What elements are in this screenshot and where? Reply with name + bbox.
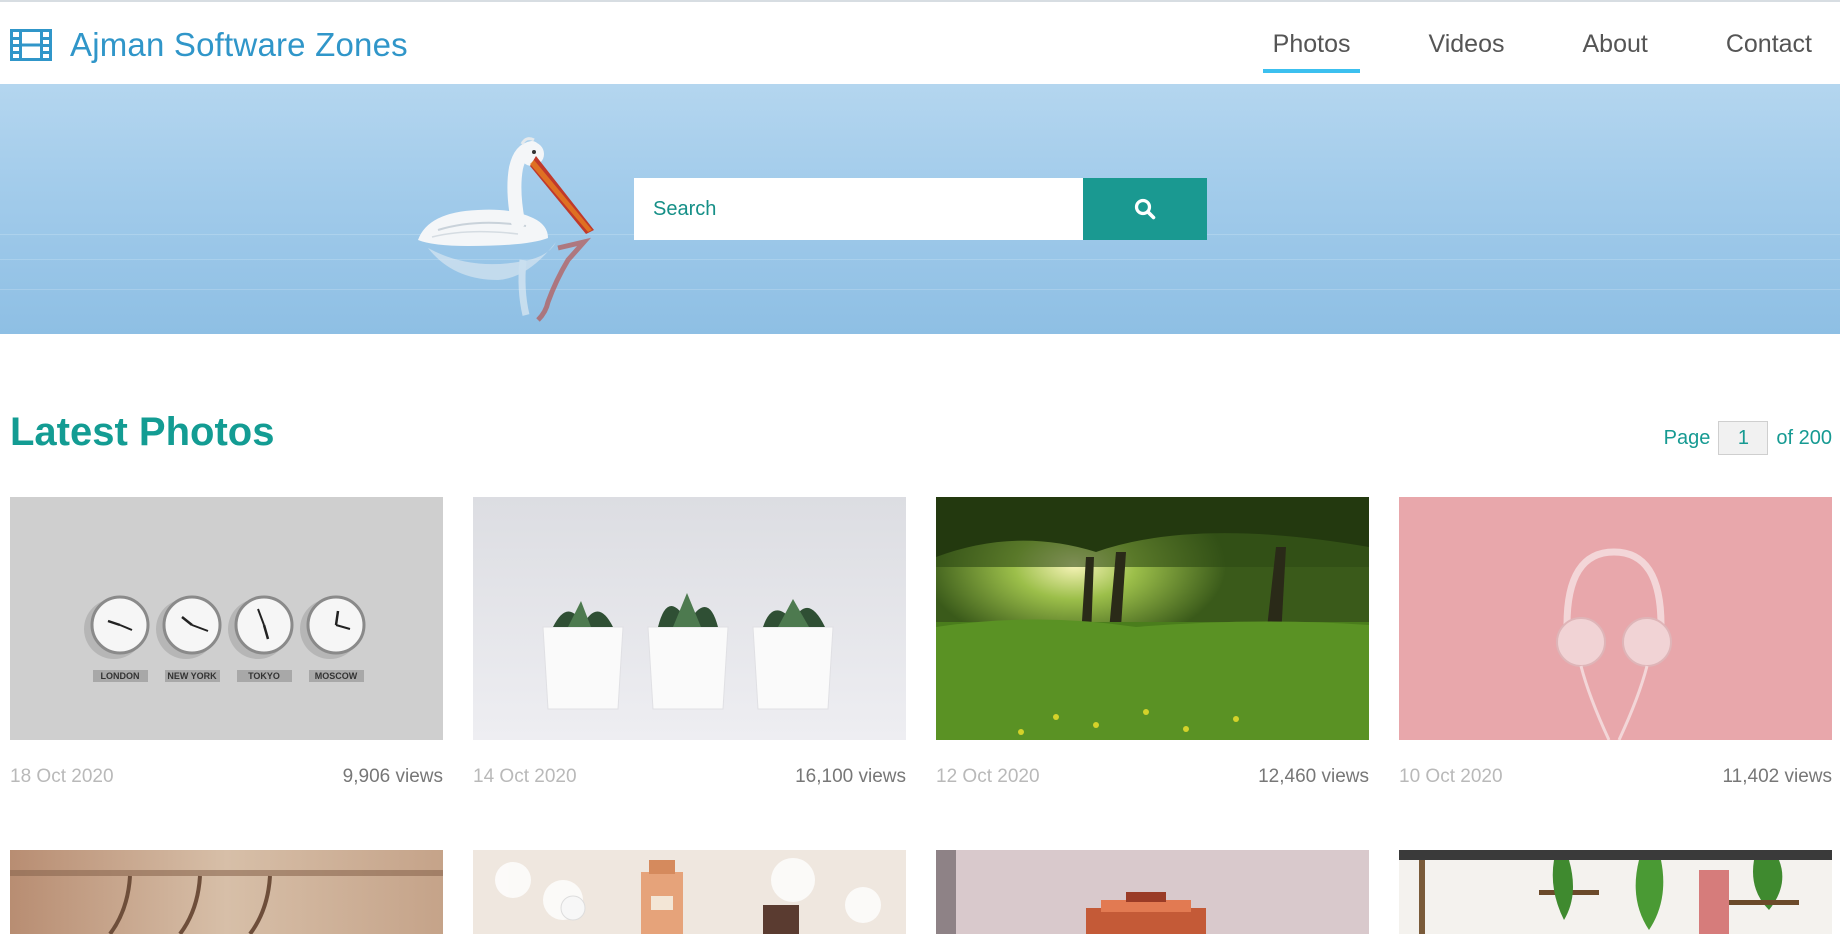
- navbar: Ajman Software Zones Photos Videos About…: [0, 0, 1840, 84]
- nav-about[interactable]: About: [1572, 24, 1657, 73]
- photo-thumbnail-headphones[interactable]: [1399, 497, 1832, 740]
- water-line: [0, 259, 1840, 260]
- search-input[interactable]: [634, 178, 1083, 240]
- photo-thumbnail-forest[interactable]: [936, 497, 1369, 740]
- photo-date: 12 Oct 2020: [936, 766, 1040, 787]
- photo-thumbnail-toy-car[interactable]: [936, 850, 1369, 934]
- page: Ajman Software Zones Photos Videos About…: [0, 0, 1840, 934]
- hangers-illustration: [10, 850, 443, 934]
- photo-thumbnail-clocks[interactable]: LONDON NEW YORK TOKYO MOSCOW: [10, 497, 443, 740]
- headphones-illustration: [1399, 497, 1832, 740]
- photo-views: 12,460 views: [1258, 766, 1369, 787]
- page-number-input[interactable]: [1718, 421, 1769, 455]
- photo-thumbnail-succulents[interactable]: [473, 497, 906, 740]
- search-icon: [1134, 198, 1156, 220]
- interior-illustration: [1399, 850, 1832, 934]
- photo-meta: 10 Oct 2020 11,402 views: [1399, 766, 1832, 788]
- pager-prefix: Page: [1663, 426, 1711, 449]
- photo-date: 10 Oct 2020: [1399, 766, 1503, 787]
- toy-car-illustration: [936, 850, 1369, 934]
- photo-thumbnail-interior[interactable]: [1399, 850, 1832, 934]
- perfume-illustration: [473, 850, 906, 934]
- section-title: Latest Photos: [10, 410, 275, 454]
- search-bar: [634, 178, 1207, 240]
- film-icon: [10, 29, 52, 61]
- photo-views: 9,906 views: [342, 766, 443, 787]
- succulents-illustration: [473, 497, 906, 740]
- photo-views: 11,402 views: [1722, 766, 1833, 787]
- clock-label-moscow: MOSCOW: [315, 671, 358, 681]
- hero-banner: [0, 84, 1840, 334]
- photo-card: 14 Oct 2020 16,100 views: [473, 497, 906, 788]
- water-line: [0, 289, 1840, 290]
- nav-contact[interactable]: Contact: [1716, 24, 1822, 73]
- forest-illustration: [936, 497, 1369, 740]
- brand-name: Ajman Software Zones: [70, 26, 408, 63]
- photo-meta: 18 Oct 2020 9,906 views: [10, 766, 443, 788]
- nav-photos[interactable]: Photos: [1262, 24, 1361, 73]
- brand[interactable]: Ajman Software Zones: [10, 24, 408, 66]
- photo-date: 14 Oct 2020: [473, 766, 577, 787]
- photo-card: 12 Oct 2020 12,460 views: [936, 497, 1369, 788]
- photo-thumbnail-perfume[interactable]: [473, 850, 906, 934]
- nav-videos[interactable]: Videos: [1418, 24, 1514, 73]
- photo-meta: 12 Oct 2020 12,460 views: [936, 766, 1369, 788]
- main-nav: Photos Videos About Contact: [1205, 24, 1822, 73]
- photo-meta: 14 Oct 2020 16,100 views: [473, 766, 906, 788]
- photo-card: LONDON NEW YORK TOKYO MOSCOW 18 Oct 2020…: [10, 497, 443, 788]
- photo-views: 16,100 views: [795, 766, 906, 787]
- photo-card: 10 Oct 2020 11,402 views: [1399, 497, 1832, 788]
- clocks-illustration: LONDON NEW YORK TOKYO MOSCOW: [10, 497, 443, 740]
- search-button[interactable]: [1083, 178, 1207, 240]
- pager: Page of 200: [1664, 421, 1832, 455]
- photo-thumbnail-hangers[interactable]: [10, 850, 443, 934]
- photo-date: 18 Oct 2020: [10, 766, 114, 787]
- pelican-image: [418, 137, 594, 322]
- clock-label-london: LONDON: [101, 671, 140, 681]
- clock-label-new-york: NEW YORK: [167, 671, 217, 681]
- pager-suffix: of 200: [1776, 426, 1832, 449]
- clock-label-tokyo: TOKYO: [248, 671, 280, 681]
